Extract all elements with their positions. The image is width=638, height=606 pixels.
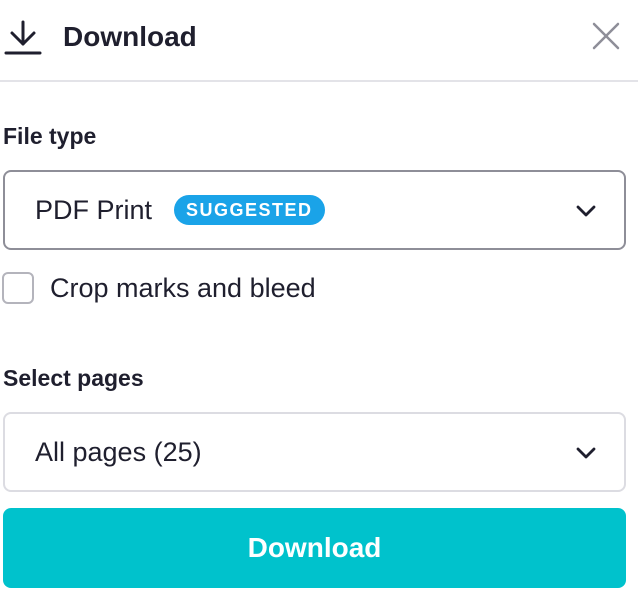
crop-marks-label: Crop marks and bleed [50, 273, 316, 303]
close-button[interactable] [586, 18, 626, 58]
download-button[interactable]: Download [3, 508, 626, 588]
pages-value: All pages (25) [35, 437, 202, 467]
select-pages-label: Select pages [3, 365, 144, 391]
file-type-value: PDF Print [35, 195, 153, 225]
pages-select[interactable]: All pages (25) [3, 412, 626, 492]
crop-marks-option[interactable]: Crop marks and bleed [2, 268, 316, 308]
suggested-badge: SUGGESTED [174, 195, 325, 225]
download-icon [4, 20, 42, 56]
crop-marks-checkbox[interactable] [2, 272, 34, 304]
chevron-down-icon [576, 446, 596, 459]
file-type-select[interactable]: PDF Print SUGGESTED [3, 170, 626, 250]
file-type-label: File type [3, 123, 97, 149]
panel-title: Download [63, 21, 197, 52]
download-panel: Download File type PDF Print SUGGESTED C… [0, 0, 638, 606]
close-icon [591, 21, 621, 56]
panel-header: Download [0, 0, 638, 82]
chevron-down-icon [576, 204, 596, 217]
